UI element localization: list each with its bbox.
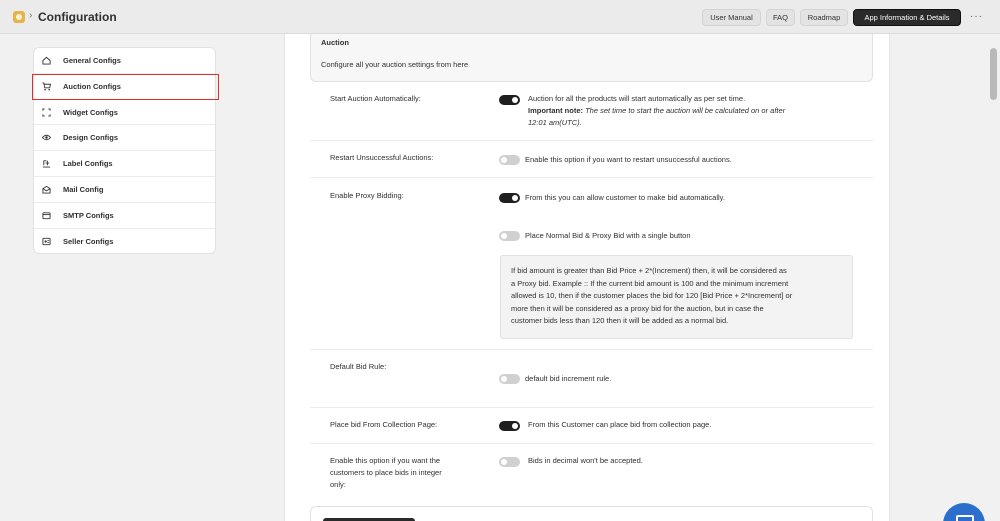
faq-button[interactable]: FAQ (766, 9, 795, 26)
roadmap-button[interactable]: Roadmap (800, 9, 848, 26)
start-auction-toggle[interactable] (499, 95, 520, 105)
sidebar-item-label: Seller Configs (63, 236, 114, 246)
restart-auctions-toggle[interactable] (499, 155, 520, 165)
start-auction-text: Auction for all the products will start … (528, 94, 746, 103)
divider (310, 349, 873, 350)
sidebar-item-label: Design Configs (63, 133, 119, 143)
eye-icon (42, 135, 51, 141)
single-button-toggle[interactable] (499, 231, 520, 241)
sidebar-item-label-configs[interactable]: Label Configs (34, 151, 215, 177)
collection-page-text: From this Customer can place bid from co… (528, 420, 712, 429)
integer-bids-text: Bids in decimal won't be accepted. (528, 456, 643, 465)
default-bid-rule-label: Default Bid Rule: (330, 362, 387, 371)
widget-icon (42, 108, 51, 117)
info-line: more then it will be considered as a pro… (511, 303, 764, 313)
divider (310, 177, 873, 178)
important-note-time: 12:01 am(UTC). (528, 118, 582, 127)
config-sidebar: General Configs Auction Configs Widget C… (32, 47, 219, 255)
divider (310, 443, 873, 444)
app-information-button[interactable]: App Information & Details (853, 9, 961, 26)
section-description: Configure all your auction settings from… (321, 60, 469, 69)
home-icon (42, 56, 51, 65)
restart-auctions-text: Enable this option if you want to restar… (525, 155, 732, 164)
info-line: allowed is 10, then if the customer plac… (511, 291, 793, 301)
sidebar-item-label: Widget Configs (63, 107, 118, 117)
mail-icon (42, 185, 51, 194)
chevron-right-icon: › (29, 10, 33, 21)
divider (310, 140, 873, 141)
proxy-bid-info-box: If bid amount is greater than Bid Price … (500, 255, 853, 339)
proxy-bidding-label: Enable Proxy Bidding: (330, 191, 404, 200)
next-section-card (310, 506, 873, 521)
collection-page-toggle[interactable] (499, 421, 520, 431)
sidebar-item-general-configs[interactable]: General Configs (34, 48, 215, 74)
collection-page-label: Place bid From Collection Page: (330, 420, 438, 429)
integer-bids-toggle[interactable] (499, 457, 520, 467)
sidebar-item-label: Label Configs (63, 159, 113, 169)
default-bid-rule-toggle[interactable] (499, 374, 520, 384)
cart-icon (42, 82, 51, 91)
sidebar-item-label: SMTP Configs (63, 210, 114, 220)
top-bar: › Configuration User Manual FAQ Roadmap … (0, 0, 1000, 34)
smtp-icon (42, 212, 51, 219)
sidebar-item-widget-configs[interactable]: Widget Configs (34, 100, 215, 126)
proxy-bidding-toggle[interactable] (499, 193, 520, 203)
page-title: Configuration (38, 10, 117, 24)
start-auction-label: Start Auction Automatically: (330, 94, 421, 103)
sidebar-item-design-configs[interactable]: Design Configs (34, 125, 215, 152)
sidebar-item-label: Mail Config (63, 185, 104, 194)
divider (310, 407, 873, 408)
start-auction-description: Auction for all the products will start … (528, 93, 848, 129)
integer-bids-label-line: Enable this option if you want the (330, 456, 441, 465)
restart-auctions-label: Restart Unsuccessful Auctions: (330, 153, 434, 162)
important-note-label: Important note: (528, 106, 583, 115)
integer-bids-label-line: only: (330, 480, 346, 489)
info-line: customer bids less than 120 then it will… (511, 316, 729, 326)
info-line: a Proxy bid. Example :: If the current b… (511, 278, 789, 288)
user-manual-button[interactable]: User Manual (702, 9, 761, 26)
label-icon (42, 160, 51, 168)
auction-section-header: Auction Configure all your auction setti… (310, 34, 873, 82)
proxy-bidding-text: From this you can allow customer to make… (525, 193, 725, 202)
default-bid-rule-text: default bid increment rule. (525, 374, 612, 383)
integer-bids-label-line: customers to place bids in integer (330, 468, 442, 477)
app-logo-icon[interactable] (13, 11, 25, 23)
sidebar-item-label: General Configs (63, 56, 121, 65)
sidebar-item-auction-configs[interactable]: Auction Configs (32, 73, 219, 100)
sidebar-item-label: Auction Configs (63, 81, 121, 91)
sidebar-item-smtp-configs[interactable]: SMTP Configs (34, 203, 215, 229)
sidebar-item-mail-config[interactable]: Mail Config (34, 177, 215, 203)
scrollbar[interactable] (990, 48, 997, 100)
more-options-icon[interactable]: ··· (970, 11, 983, 22)
section-title: Auction (321, 38, 349, 47)
single-button-text: Place Normal Bid & Proxy Bid with a sing… (525, 231, 691, 240)
integer-bids-label: Enable this option if you want the custo… (330, 455, 475, 491)
info-line: If bid amount is greater than Bid Price … (511, 266, 787, 275)
important-note-text: The set time to start the auction will b… (583, 106, 786, 115)
seller-icon (42, 237, 51, 245)
sidebar-item-seller-configs[interactable]: Seller Configs (34, 229, 215, 255)
chat-support-button[interactable] (943, 503, 985, 521)
